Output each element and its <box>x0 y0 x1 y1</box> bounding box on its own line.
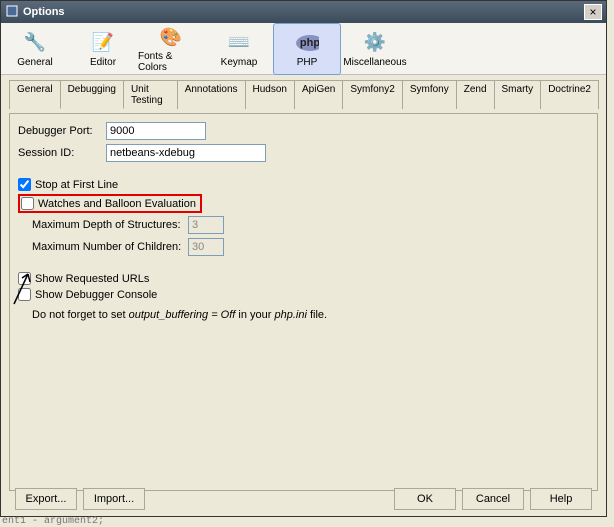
output-buffering-hint: Do not forget to set output_buffering = … <box>32 309 589 321</box>
category-php[interactable]: php PHP <box>273 23 341 75</box>
tab-smarty[interactable]: Smarty <box>494 80 542 109</box>
category-keymap[interactable]: ⌨️ Keymap <box>205 23 273 75</box>
tab-doctrine2[interactable]: Doctrine2 <box>540 80 599 109</box>
app-icon <box>5 4 19 21</box>
palette-icon: 🎨 <box>159 25 183 49</box>
tab-annotations[interactable]: Annotations <box>177 80 246 109</box>
session-id-input[interactable] <box>106 144 266 162</box>
category-fonts-label: Fonts & Colors <box>138 51 204 73</box>
show-requested-urls-label: Show Requested URLs <box>35 273 149 285</box>
ok-button[interactable]: OK <box>394 488 456 510</box>
debugger-port-label: Debugger Port: <box>18 125 106 137</box>
hint-text-2: in your <box>235 309 274 321</box>
hint-em-2: php.ini <box>274 309 306 321</box>
tab-symfony2[interactable]: Symfony2 <box>342 80 402 109</box>
window-title: Options <box>23 6 65 18</box>
tab-unit-testing[interactable]: Unit Testing <box>123 80 178 109</box>
export-button[interactable]: Export... <box>15 488 77 510</box>
max-children-label: Maximum Number of Children: <box>32 241 188 253</box>
php-icon: php <box>295 31 319 55</box>
hint-em-1: output_buffering = Off <box>129 309 236 321</box>
category-php-label: PHP <box>297 57 318 68</box>
keyboard-icon: ⌨️ <box>227 31 251 55</box>
tab-symfony[interactable]: Symfony <box>402 80 457 109</box>
category-keymap-label: Keymap <box>221 57 258 68</box>
sub-tabs: General Debugging Unit Testing Annotatio… <box>9 79 598 109</box>
max-depth-input <box>188 216 224 234</box>
max-children-input <box>188 238 224 256</box>
editor-icon: 📝 <box>91 31 115 55</box>
wrench-icon: 🔧 <box>23 31 47 55</box>
gears-icon: ⚙️ <box>363 31 387 55</box>
hint-text-1: Do not forget to set <box>32 309 129 321</box>
category-misc[interactable]: ⚙️ Miscellaneous <box>341 23 409 75</box>
close-button[interactable]: × <box>584 4 602 20</box>
background-code-fragment: ent1 - argument2; <box>2 516 104 527</box>
import-button[interactable]: Import... <box>83 488 145 510</box>
help-button[interactable]: Help <box>530 488 592 510</box>
stop-first-line-label: Stop at First Line <box>35 179 118 191</box>
category-toolbar: 🔧 General 📝 Editor 🎨 Fonts & Colors ⌨️ K… <box>1 23 606 75</box>
tab-apigen[interactable]: ApiGen <box>294 80 343 109</box>
titlebar: Options × <box>1 1 606 23</box>
button-bar: Export... Import... OK Cancel Help <box>1 488 606 510</box>
tab-debugging[interactable]: Debugging <box>60 80 124 109</box>
session-id-label: Session ID: <box>18 147 106 159</box>
show-requested-urls-checkbox[interactable] <box>18 272 31 285</box>
tab-zend[interactable]: Zend <box>456 80 495 109</box>
debugger-port-input[interactable] <box>106 122 206 140</box>
show-debugger-console-label: Show Debugger Console <box>35 289 157 301</box>
max-depth-label: Maximum Depth of Structures: <box>32 219 188 231</box>
watches-highlight: Watches and Balloon Evaluation <box>18 194 202 213</box>
cancel-button[interactable]: Cancel <box>462 488 524 510</box>
options-window: Options × 🔧 General 📝 Editor 🎨 Fonts & C… <box>0 0 607 517</box>
hint-text-3: file. <box>307 309 327 321</box>
category-general-label: General <box>17 57 53 68</box>
tab-general[interactable]: General <box>9 80 61 109</box>
watches-balloon-checkbox[interactable] <box>21 197 34 210</box>
watches-balloon-label: Watches and Balloon Evaluation <box>38 198 196 210</box>
category-misc-label: Miscellaneous <box>343 57 406 68</box>
debugging-panel: Debugger Port: Session ID: Stop at First… <box>9 113 598 491</box>
stop-first-line-checkbox[interactable] <box>18 178 31 191</box>
category-general[interactable]: 🔧 General <box>1 23 69 75</box>
category-editor-label: Editor <box>90 57 116 68</box>
category-fonts[interactable]: 🎨 Fonts & Colors <box>137 23 205 75</box>
svg-text:php: php <box>300 37 319 49</box>
tab-hudson[interactable]: Hudson <box>245 80 295 109</box>
category-editor[interactable]: 📝 Editor <box>69 23 137 75</box>
show-debugger-console-checkbox[interactable] <box>18 288 31 301</box>
